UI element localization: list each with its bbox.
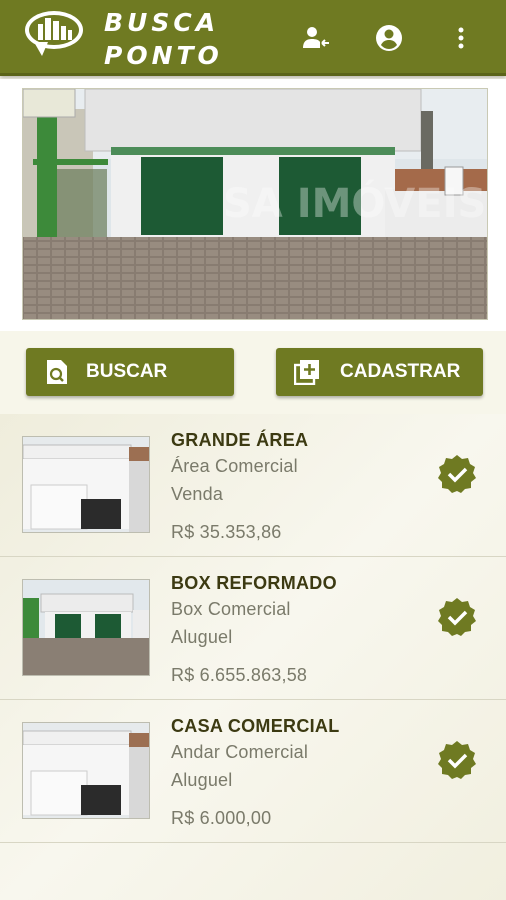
account-button[interactable] — [373, 22, 405, 54]
listing-title: BOX REFORMADO — [171, 573, 337, 593]
verified-badge-icon — [438, 598, 476, 636]
listing-thumbnail — [22, 436, 150, 533]
verified-badge-icon — [438, 455, 476, 493]
register-button-label: CADASTRAR — [340, 361, 461, 382]
listing-type: Andar Comercial — [171, 742, 309, 762]
register-button[interactable]: CADASTRAR — [276, 348, 483, 396]
listing-price: R$ 35.353,86 — [171, 522, 282, 542]
brand-line-2: PONTO — [104, 41, 223, 70]
list-item[interactable]: BOX REFORMADO Box Comercial Aluguel R$ 6… — [0, 557, 506, 700]
listing-deal: Aluguel — [171, 770, 233, 790]
listing-type: Área Comercial — [171, 456, 298, 476]
verified-badge-icon — [438, 741, 476, 779]
listing-title: GRANDE ÁREA — [171, 430, 309, 450]
person-arrow-icon — [303, 27, 329, 48]
listing-deal: Venda — [171, 484, 224, 504]
logo-icon — [25, 11, 83, 56]
listing-price: R$ 6.000,00 — [171, 808, 272, 828]
list-item[interactable]: CASA COMERCIAL Andar Comercial Aluguel R… — [0, 700, 506, 843]
listing-title: CASA COMERCIAL — [171, 716, 340, 736]
brand-title: BUSCA PONTO — [104, 6, 223, 72]
search-button[interactable]: BUSCAR — [26, 348, 234, 396]
more-vert-icon — [458, 27, 464, 49]
listing-type: Box Comercial — [171, 599, 291, 619]
listing-price: R$ 6.655.863,58 — [171, 665, 308, 685]
account-circle-icon — [376, 25, 402, 51]
search-document-icon — [47, 360, 67, 384]
login-button[interactable] — [300, 22, 332, 54]
more-options-button[interactable] — [445, 22, 477, 54]
watermark-text: SA IMÓVEIS — [223, 179, 486, 227]
hero-image[interactable]: SA IMÓVEIS — [22, 88, 488, 320]
listing-list: GRANDE ÁREA Área Comercial Venda R$ 35.3… — [0, 414, 506, 900]
brand-line-1: BUSCA — [104, 8, 220, 37]
list-item[interactable]: GRANDE ÁREA Área Comercial Venda R$ 35.3… — [0, 414, 506, 557]
storefront-photo: SA IMÓVEIS — [23, 89, 487, 319]
listing-thumbnail — [22, 722, 150, 819]
app-bar: BUSCA PONTO — [0, 0, 506, 76]
search-button-label: BUSCAR — [86, 361, 168, 382]
add-to-list-icon — [294, 360, 319, 385]
listing-deal: Aluguel — [171, 627, 233, 647]
listing-thumbnail — [22, 579, 150, 676]
